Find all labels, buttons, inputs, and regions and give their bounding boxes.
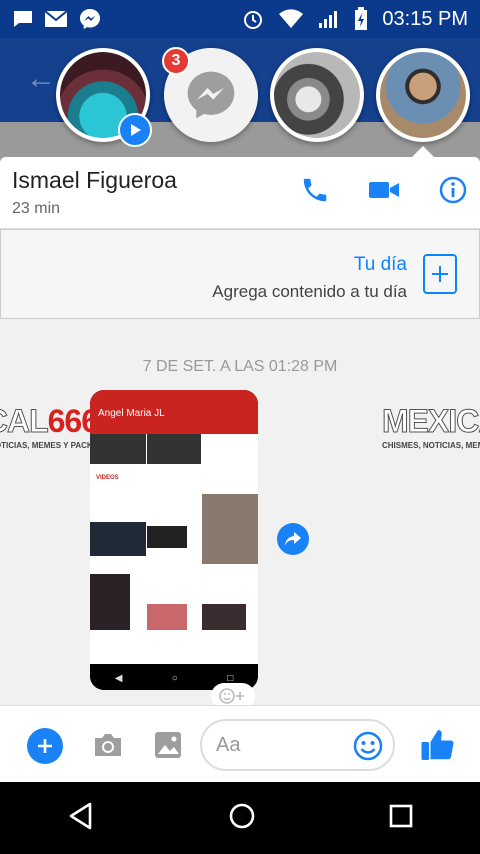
info-icon[interactable] [438,175,468,210]
emoji-icon[interactable] [353,731,383,766]
message-icon [12,9,34,29]
image-thumbnail [90,574,130,630]
home-nav-icon[interactable] [227,801,257,836]
camera-icon[interactable] [92,731,124,764]
story-title: Tu día [353,254,407,275]
image-thumbnail [90,522,146,556]
message-composer [0,705,480,782]
conversation-header: Ismael Figueroa 23 min [0,157,480,229]
chat-head-contact[interactable] [270,48,364,142]
signal-icon [318,9,340,29]
watermark-subtext: CHISMES, NOTICIAS, MEMES Y PACKS [382,441,480,450]
last-active-status: 23 min [12,200,61,217]
avatar [274,52,360,138]
gmail-icon [44,10,68,28]
smiley-plus-icon [219,688,244,704]
wifi-icon [278,9,304,29]
chat-heads-bar [0,48,480,148]
your-day-card[interactable]: Tu día Agrega contenido a tu día [0,229,480,319]
play-icon [118,113,152,147]
more-options-button[interactable] [27,728,63,764]
message-input-box[interactable] [200,719,395,771]
thumbs-up-icon[interactable] [420,727,456,768]
image-thumbnail [90,434,146,464]
recents-nav-icon[interactable] [388,803,414,834]
story-subtitle: Agrega contenido a tu día [212,282,407,301]
chat-head-active[interactable] [376,48,470,142]
back-nav-icon[interactable] [66,801,96,836]
image-thumbnail [147,434,201,464]
alarm-icon [242,8,264,30]
plus-icon [432,266,448,282]
system-nav-bar [0,782,480,854]
watermark-subtext: CHISMES, NOTICIAS, MEMES Y PACKS [0,441,98,450]
image-thumbnail [202,494,258,564]
battery-icon [354,7,368,31]
videos-section-label: VIDEOS [96,475,119,481]
share-button[interactable] [277,523,309,555]
status-time: 03:15 PM [382,7,468,30]
phone-call-icon[interactable] [300,175,330,210]
chat-panel: Ismael Figueroa 23 min Tu día Agrega con… [0,157,480,782]
watermark-right: MEXICAL666 CHISMES, NOTICIAS, MEMES Y PA… [380,401,480,459]
recents-square-icon: □ [227,672,234,684]
status-bar: 03:15 PM [0,0,480,38]
video-call-icon[interactable] [368,178,400,207]
watermark-left: MEXICAL666 CHISMES, NOTICIAS, MEMES Y PA… [0,401,100,459]
watermark-text-a: MEXICAL [0,403,49,440]
shared-image-message[interactable]: Angel Maria JL VIDEOS ◀ ○ □ [90,390,258,690]
add-story-button[interactable] [423,254,457,294]
contact-name[interactable]: Ismael Figueroa [12,167,177,194]
messenger-icon [78,7,102,31]
shared-image-header-name: Angel Maria JL [98,408,165,419]
message-input[interactable] [216,729,346,761]
gallery-icon[interactable] [153,730,183,765]
home-circle-icon: ○ [171,672,178,684]
image-thumbnail [147,526,187,548]
image-thumbnail [202,604,246,630]
message-timestamp: 7 DE SET. A LAS 01:28 PM [142,358,338,375]
share-arrow-icon [285,532,301,546]
shared-image-content: VIDEOS [90,434,258,664]
plus-icon [38,739,52,753]
unread-count-badge: 3 [162,47,190,75]
watermark-text-a: MEXICAL [382,403,480,440]
shared-image-header: Angel Maria JL [90,390,258,434]
avatar [380,52,466,138]
image-thumbnail [147,604,187,630]
back-triangle-icon: ◀ [114,672,123,684]
